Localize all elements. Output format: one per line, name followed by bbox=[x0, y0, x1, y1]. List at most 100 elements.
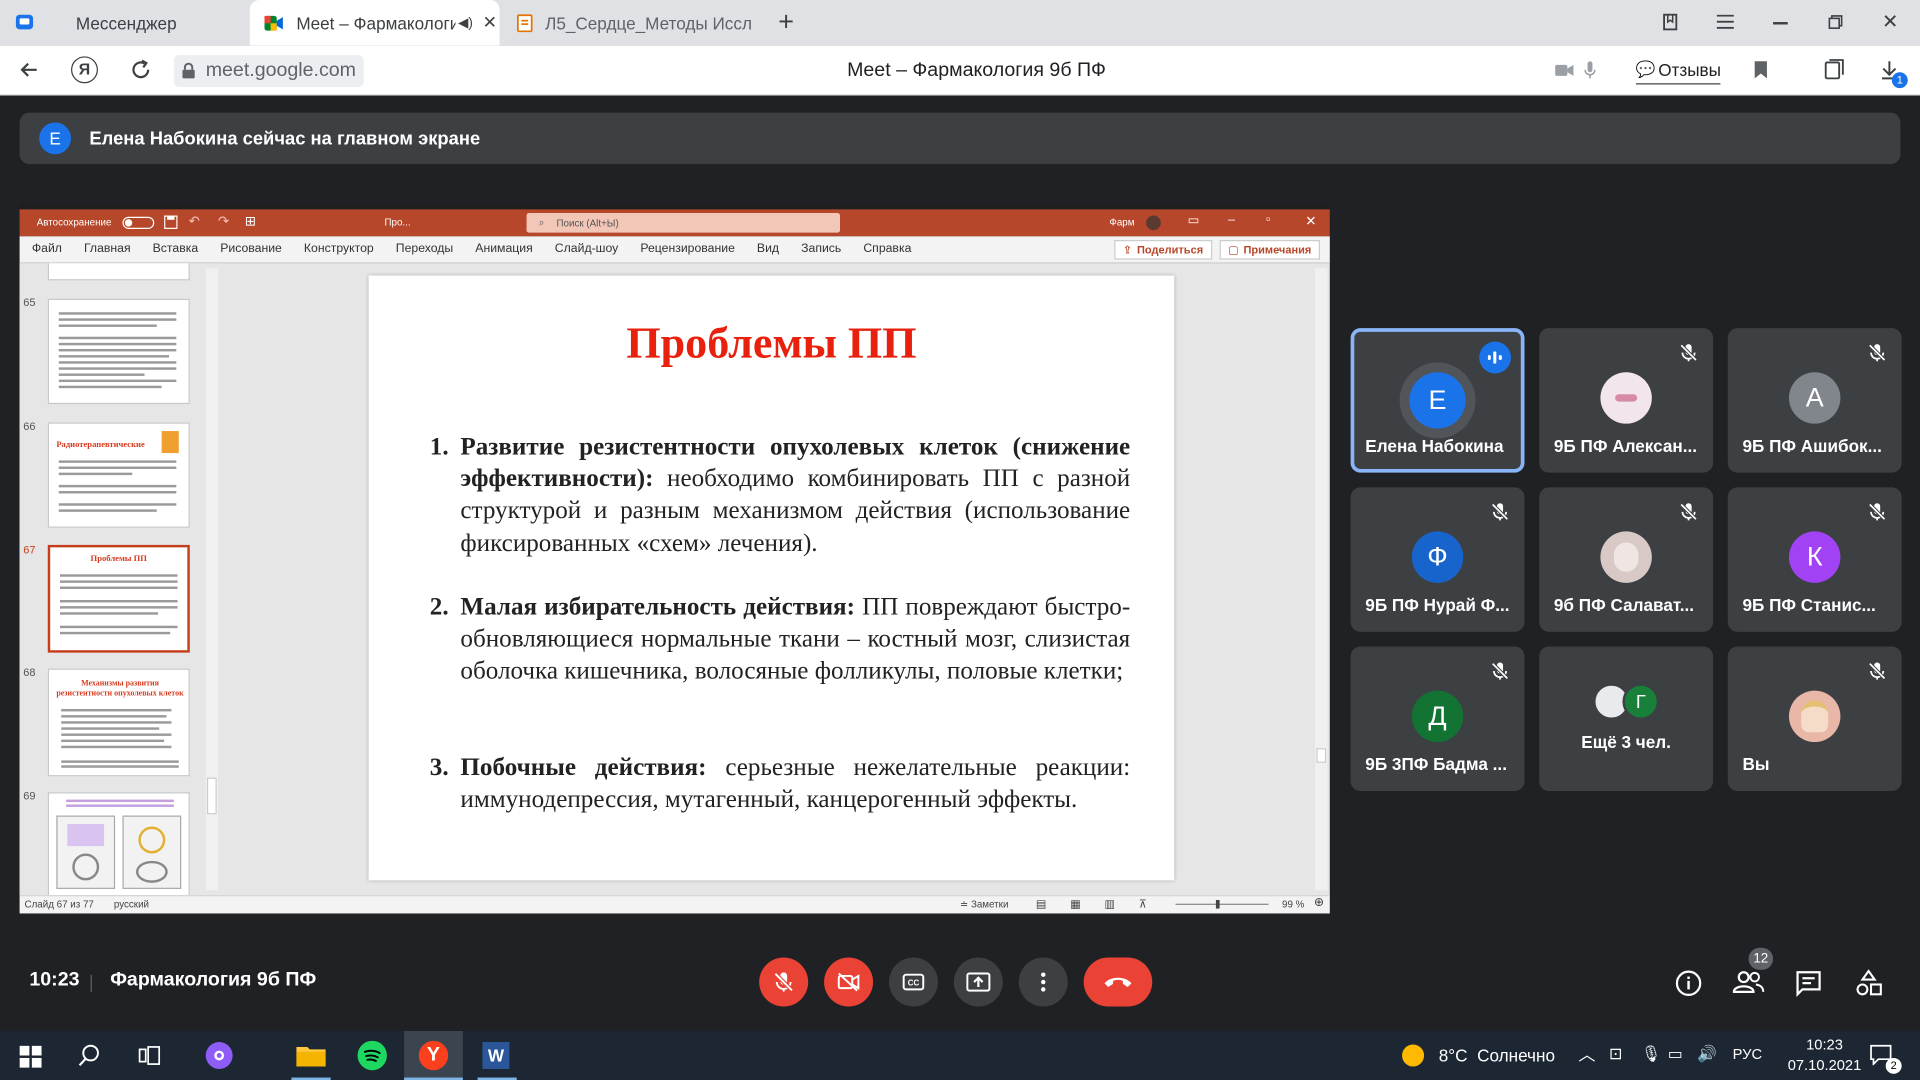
camera-icon[interactable] bbox=[1555, 64, 1574, 77]
present-icon[interactable]: ⊞ bbox=[245, 213, 256, 229]
slide-thumbnail[interactable]: Механизмы развития резистентности опухол… bbox=[47, 668, 190, 777]
tab-messenger[interactable]: Мессенджер bbox=[0, 0, 245, 45]
normal-view-icon[interactable]: ▤ bbox=[1036, 898, 1046, 911]
windows-start-icon[interactable] bbox=[19, 1045, 42, 1068]
ribbon-tab[interactable]: Рисование bbox=[220, 242, 282, 255]
network-icon[interactable]: ▭ bbox=[1668, 1044, 1683, 1064]
meet-tray-icon[interactable]: ⊡ bbox=[1609, 1044, 1622, 1064]
mic-toggle-button[interactable] bbox=[759, 957, 809, 1007]
bookmarks-icon[interactable] bbox=[1660, 12, 1680, 32]
comment-icon: ▢ bbox=[1228, 243, 1239, 256]
ribbon-tab[interactable]: Запись bbox=[801, 242, 841, 255]
slide-sorter-icon[interactable]: ▦ bbox=[1070, 898, 1080, 911]
maximize-icon[interactable]: ▫ bbox=[1266, 213, 1270, 226]
microphone-tray-icon[interactable]: 🎙 bbox=[1641, 1044, 1661, 1064]
task-view-icon[interactable] bbox=[138, 1046, 161, 1066]
zoom-handle[interactable] bbox=[1215, 900, 1220, 909]
tab-document[interactable]: Л5_Сердце_Методы Иссле bbox=[507, 0, 752, 45]
ribbon-tab[interactable]: Переходы bbox=[396, 242, 453, 255]
participant-tile[interactable]: А 9Б ПФ Ашибок... bbox=[1727, 328, 1902, 473]
ribbon-tab[interactable]: Рецензирование bbox=[640, 242, 735, 255]
slide-thumbnail-selected[interactable]: Проблемы ПП bbox=[47, 544, 190, 653]
participant-tile[interactable]: 9б ПФ Салават... bbox=[1539, 487, 1714, 632]
ribbon-tab[interactable]: Справка bbox=[863, 242, 911, 255]
ribbon-tab[interactable]: Файл bbox=[32, 242, 62, 255]
taskbar-app-explorer[interactable] bbox=[287, 1031, 336, 1080]
notes-button[interactable]: ≐ Заметки bbox=[960, 899, 1008, 910]
redo-icon[interactable]: ↷ bbox=[218, 213, 229, 229]
close-window-icon[interactable]: ✕ bbox=[1882, 10, 1898, 34]
participant-tile[interactable]: 9Б ПФ Алексан... bbox=[1539, 328, 1714, 473]
participant-tile[interactable]: К 9Б ПФ Станис... bbox=[1727, 487, 1902, 632]
close-icon[interactable]: ✕ bbox=[1305, 213, 1316, 229]
fit-slide-icon[interactable]: ⊕ bbox=[1314, 896, 1324, 909]
scroll-thumb[interactable] bbox=[1316, 748, 1327, 763]
ribbon-tab[interactable]: Главная bbox=[84, 242, 131, 255]
undo-icon[interactable]: ↶ bbox=[189, 213, 200, 229]
autosave-toggle[interactable] bbox=[122, 216, 155, 229]
slide-thumbnail[interactable] bbox=[47, 792, 190, 896]
reading-view-icon[interactable]: ▥ bbox=[1104, 898, 1114, 911]
menu-icon[interactable] bbox=[1716, 14, 1734, 30]
alice-icon[interactable] bbox=[205, 1042, 233, 1069]
zoom-slider[interactable] bbox=[1175, 900, 1269, 909]
microphone-icon[interactable] bbox=[1584, 61, 1596, 79]
participant-tile[interactable]: Д 9Б 3ПФ Бадма ... bbox=[1350, 646, 1525, 792]
bookmark-icon[interactable] bbox=[1753, 60, 1768, 80]
document-name[interactable]: Про... bbox=[384, 217, 410, 228]
captions-button[interactable]: CC bbox=[888, 957, 938, 1007]
zoom-level[interactable]: 99 % bbox=[1282, 899, 1304, 910]
search-input[interactable]: ⌕ Поиск (Alt+Ы) bbox=[526, 213, 840, 233]
self-tile[interactable]: Вы bbox=[1727, 646, 1902, 792]
comments-button[interactable]: ▢ Примечания bbox=[1219, 240, 1320, 260]
slide-scrollbar[interactable] bbox=[1315, 268, 1328, 891]
leave-call-button[interactable] bbox=[1083, 957, 1153, 1007]
participant-tile[interactable]: Ф 9Б ПФ Нурай Ф... bbox=[1350, 487, 1525, 632]
spotify-icon[interactable] bbox=[357, 1040, 387, 1071]
slide-thumbnail[interactable] bbox=[47, 263, 190, 281]
share-button[interactable]: ⇪ Поделиться bbox=[1114, 240, 1212, 260]
feedback-button[interactable]: 💬 Отзывы bbox=[1635, 55, 1722, 85]
clock[interactable]: 10:23 07.10.2021 bbox=[1782, 1035, 1868, 1077]
ribbon-display-icon[interactable]: ▭ bbox=[1188, 214, 1200, 227]
notes-icon: ≐ bbox=[960, 898, 969, 910]
taskbar-app-yandex-browser[interactable]: Y bbox=[404, 1031, 463, 1080]
presenting-banner: E Елена Набокина сейчас на главном экран… bbox=[19, 112, 1901, 165]
people-icon[interactable] bbox=[1732, 971, 1765, 993]
participant-tile[interactable]: E Елена Набокина bbox=[1350, 328, 1525, 473]
volume-icon[interactable]: 🔊 bbox=[1697, 1044, 1717, 1064]
info-icon[interactable] bbox=[1675, 970, 1702, 997]
ribbon-tab[interactable]: Вставка bbox=[153, 242, 199, 255]
thumbnail-scrollbar[interactable] bbox=[205, 268, 218, 891]
slideshow-view-icon[interactable]: ⊼ bbox=[1139, 898, 1147, 911]
tab-meet[interactable]: Meet – Фармакологи ◀) ✕ bbox=[249, 0, 500, 46]
close-tab-icon[interactable]: ✕ bbox=[483, 12, 497, 33]
slide-thumbnail[interactable]: Радиотерапевтические bbox=[47, 422, 190, 528]
more-participants-tile[interactable]: Г Ещё 3 чел. bbox=[1539, 646, 1714, 792]
minimize-icon[interactable] bbox=[1773, 22, 1788, 24]
present-button[interactable] bbox=[953, 957, 1003, 1007]
activities-icon[interactable] bbox=[1854, 969, 1883, 998]
camera-toggle-button[interactable] bbox=[824, 957, 874, 1007]
taskbar-app-word[interactable]: W bbox=[473, 1031, 522, 1080]
chat-icon[interactable] bbox=[1795, 970, 1822, 997]
new-tab-button[interactable]: + bbox=[771, 8, 800, 38]
account-name[interactable]: Фарм bbox=[1109, 217, 1134, 228]
restore-icon[interactable] bbox=[1828, 15, 1843, 30]
ribbon-tab[interactable]: Анимация bbox=[475, 242, 532, 255]
ribbon-tab[interactable]: Вид bbox=[757, 242, 779, 255]
slide-thumbnail[interactable] bbox=[47, 298, 190, 405]
scroll-thumb[interactable] bbox=[206, 777, 217, 815]
tray-chevron-icon[interactable]: ︿ bbox=[1578, 1042, 1595, 1066]
more-options-button[interactable] bbox=[1018, 957, 1068, 1007]
language-indicator[interactable]: РУС bbox=[1733, 1046, 1762, 1063]
save-icon[interactable] bbox=[164, 215, 178, 229]
search-icon[interactable] bbox=[78, 1044, 100, 1067]
collections-icon[interactable] bbox=[1823, 59, 1845, 81]
language-status[interactable]: русский bbox=[114, 899, 149, 910]
weather-text[interactable]: 8°C Солнечно bbox=[1439, 1046, 1555, 1066]
minimize-icon[interactable]: – bbox=[1228, 213, 1235, 226]
account-avatar[interactable] bbox=[1146, 215, 1161, 231]
ribbon-tab[interactable]: Конструктор bbox=[304, 242, 374, 255]
ribbon-tab[interactable]: Слайд-шоу bbox=[555, 242, 618, 255]
